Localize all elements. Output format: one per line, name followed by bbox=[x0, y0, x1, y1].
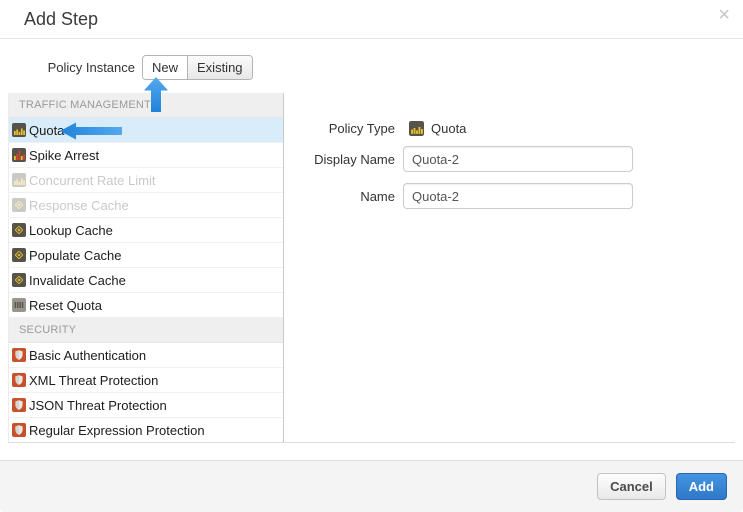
security-shield-icon bbox=[12, 373, 26, 387]
policy-instance-label: Policy Instance bbox=[0, 60, 135, 75]
sidebar-item-label: Concurrent Rate Limit bbox=[29, 173, 155, 188]
annotation-arrow-left-icon bbox=[60, 122, 122, 140]
policy-type-value: Quota bbox=[431, 121, 466, 136]
header-divider bbox=[0, 38, 743, 39]
annotation-arrow-up-icon bbox=[143, 77, 169, 112]
quota-bars-icon bbox=[12, 123, 26, 137]
cache-diamond-icon bbox=[12, 273, 26, 287]
cache-diamond-icon bbox=[12, 248, 26, 262]
security-shield-icon bbox=[12, 348, 26, 362]
display-name-label: Display Name bbox=[284, 152, 395, 167]
quota-bars-icon bbox=[409, 121, 424, 136]
toggle-new-button[interactable]: New bbox=[143, 56, 187, 79]
security-shield-icon bbox=[12, 423, 26, 437]
sidebar-item-label: JSON Threat Protection bbox=[29, 398, 167, 413]
display-name-input[interactable] bbox=[403, 146, 633, 172]
dialog-footer: Cancel Add bbox=[0, 460, 743, 512]
sidebar-item-invalidate-cache[interactable]: Invalidate Cache bbox=[9, 268, 283, 293]
name-row: Name bbox=[284, 183, 633, 209]
name-input[interactable] bbox=[403, 183, 633, 209]
display-name-row: Display Name bbox=[284, 146, 633, 172]
sidebar-item-label: Invalidate Cache bbox=[29, 273, 126, 288]
sidebar-item-lookup-cache[interactable]: Lookup Cache bbox=[9, 218, 283, 243]
add-button[interactable]: Add bbox=[676, 473, 727, 500]
sidebar-item-spike-arrest[interactable]: Spike Arrest bbox=[9, 143, 283, 168]
reset-quota-bars-icon bbox=[12, 298, 26, 312]
sidebar-item-populate-cache[interactable]: Populate Cache bbox=[9, 243, 283, 268]
close-icon[interactable]: × bbox=[718, 5, 730, 25]
sidebar-item-label: Regular Expression Protection bbox=[29, 423, 205, 438]
policy-type-sidebar: TRAFFIC MANAGEMENT Quota Spike Arrest Co… bbox=[8, 93, 284, 443]
sidebar-item-basic-authentication[interactable]: Basic Authentication bbox=[9, 343, 283, 368]
cancel-button[interactable]: Cancel bbox=[597, 473, 666, 500]
cache-diamond-icon bbox=[12, 223, 26, 237]
policy-type-label: Policy Type bbox=[284, 121, 395, 136]
name-label: Name bbox=[284, 189, 395, 204]
sidebar-item-label: Basic Authentication bbox=[29, 348, 146, 363]
spike-arrest-bars-icon bbox=[12, 148, 26, 162]
sidebar-item-label: Spike Arrest bbox=[29, 148, 99, 163]
sidebar-item-xml-threat-protection[interactable]: XML Threat Protection bbox=[9, 368, 283, 393]
sidebar-item-regular-expression-protection[interactable]: Regular Expression Protection bbox=[9, 418, 283, 443]
rate-limit-bars-icon bbox=[12, 173, 26, 187]
sidebar-item-label: Response Cache bbox=[29, 198, 129, 213]
sidebar-item-quota[interactable]: Quota bbox=[9, 118, 283, 143]
security-shield-icon bbox=[12, 398, 26, 412]
sidebar-item-label: Lookup Cache bbox=[29, 223, 113, 238]
sidebar-item-response-cache: Response Cache bbox=[9, 193, 283, 218]
sidebar-item-reset-quota[interactable]: Reset Quota bbox=[9, 293, 283, 318]
cache-diamond-icon bbox=[12, 198, 26, 212]
sidebar-item-label: Reset Quota bbox=[29, 298, 102, 313]
dialog-title: Add Step bbox=[24, 9, 98, 30]
policy-type-row: Policy Type Quota bbox=[284, 116, 466, 141]
sidebar-group-header-security: SECURITY bbox=[9, 318, 283, 343]
toggle-existing-button[interactable]: Existing bbox=[187, 56, 252, 79]
policy-instance-row: Policy Instance New Existing bbox=[0, 55, 253, 80]
sidebar-item-json-threat-protection[interactable]: JSON Threat Protection bbox=[9, 393, 283, 418]
sidebar-item-label: XML Threat Protection bbox=[29, 373, 158, 388]
sidebar-item-label: Populate Cache bbox=[29, 248, 122, 263]
content-bottom-divider bbox=[8, 442, 735, 443]
sidebar-item-concurrent-rate-limit: Concurrent Rate Limit bbox=[9, 168, 283, 193]
